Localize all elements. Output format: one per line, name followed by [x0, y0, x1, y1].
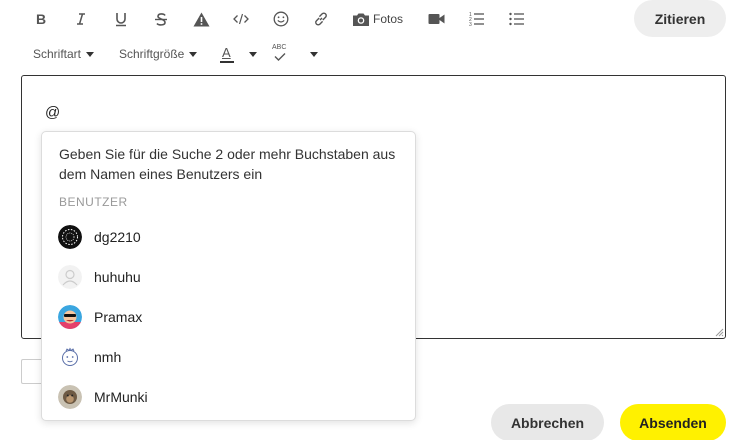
warning-icon[interactable]	[190, 8, 212, 30]
mention-hint: Geben Sie für die Suche 2 oder mehr Buch…	[59, 146, 396, 182]
underline-icon[interactable]	[110, 8, 132, 30]
send-button[interactable]: Absenden	[620, 404, 726, 440]
user-option[interactable]: MrMunki	[42, 377, 415, 417]
editor-content: @	[45, 104, 61, 121]
quote-button[interactable]: Zitieren	[634, 0, 726, 37]
hidden-field-edge	[21, 359, 43, 384]
emoji-icon[interactable]	[270, 8, 292, 30]
camera-icon[interactable]: Fotos	[352, 8, 403, 30]
user-option[interactable]: nmh	[42, 337, 415, 377]
user-name: Pramax	[94, 309, 143, 325]
font-size-label: Schriftgröße	[119, 47, 185, 61]
users-section-label: BENUTZER	[59, 195, 128, 209]
svg-text:B: B	[36, 12, 46, 26]
chevron-down-icon	[86, 51, 95, 57]
font-family-label: Schriftart	[33, 47, 82, 61]
chevron-down-icon	[189, 51, 198, 57]
font-family-dropdown[interactable]: Schriftart	[33, 44, 95, 64]
text-color-icon: A	[220, 45, 234, 63]
svg-text:3: 3	[469, 22, 472, 27]
user-option[interactable]: huhuhu	[42, 257, 415, 297]
mention-popup: Geben Sie für die Suche 2 oder mehr Buch…	[41, 131, 416, 421]
avatar	[58, 345, 82, 369]
spellcheck-dropdown[interactable]: ABC	[272, 44, 318, 64]
chevron-down-icon	[310, 51, 318, 57]
user-name: nmh	[94, 349, 122, 365]
avatar	[58, 385, 82, 409]
user-name: dg2210	[94, 229, 141, 245]
user-name: MrMunki	[94, 389, 148, 405]
font-size-dropdown[interactable]: Schriftgröße	[119, 44, 198, 64]
video-icon[interactable]	[425, 8, 447, 30]
link-icon[interactable]	[310, 8, 332, 30]
numbered-list-icon[interactable]: 123	[466, 8, 488, 30]
cancel-button[interactable]: Abbrechen	[491, 404, 604, 440]
avatar	[58, 265, 82, 289]
avatar	[58, 305, 82, 329]
user-option[interactable]: Pramax	[42, 297, 415, 337]
bullet-list-icon[interactable]	[506, 8, 528, 30]
italic-icon[interactable]	[70, 8, 92, 30]
avatar	[58, 225, 82, 249]
user-name: huhuhu	[94, 269, 141, 285]
chevron-down-icon	[249, 51, 257, 57]
text-color-dropdown[interactable]: A	[220, 44, 257, 64]
code-icon[interactable]	[230, 8, 252, 30]
resize-handle-icon[interactable]	[715, 328, 724, 337]
user-option[interactable]: dg2210	[42, 217, 415, 257]
fotos-label: Fotos	[373, 12, 404, 26]
spellcheck-icon: ABC	[272, 44, 288, 63]
strikethrough-icon[interactable]	[150, 8, 172, 30]
bold-icon[interactable]: B	[30, 8, 52, 30]
